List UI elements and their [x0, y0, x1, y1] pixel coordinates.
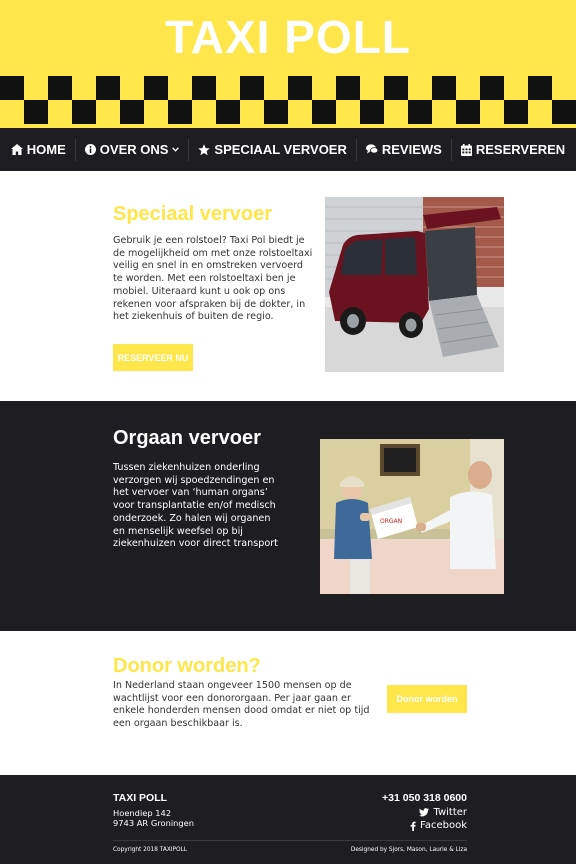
section-donor-worden: Donor worden? In Nederland staan ongevee… — [0, 631, 576, 775]
nav-over-ons-label: OVER ONS — [99, 142, 169, 157]
nav-speciaal-vervoer[interactable]: SPECIAAL VERVOER — [189, 142, 355, 157]
site-header: TAXI POLL — [0, 0, 576, 128]
calendar-icon — [460, 143, 472, 156]
donor-title: Donor worden? — [113, 655, 261, 677]
footer-phone[interactable]: +31 050 318 0600 — [382, 792, 467, 804]
home-icon — [10, 144, 23, 155]
nav-home-label: HOME — [26, 142, 66, 157]
twitter-link[interactable]: Twitter — [419, 807, 467, 818]
info-icon — [84, 144, 96, 155]
donor-text: In Nederland staan ongeveer 1500 mensen … — [113, 680, 370, 730]
nav-reserveren-label: RESERVEREN — [475, 142, 566, 157]
nav-reviews-label: REVIEWS — [381, 142, 442, 157]
main-nav: HOME OVER ONS SPECIAAL VERVOER REVIEWS R… — [0, 128, 576, 171]
nav-speciaal-label: SPECIAAL VERVOER — [214, 142, 347, 157]
footer-copyright: Copyright 2018 TAXIPOLL — [113, 847, 188, 853]
speciaal-text: Gebruik je een rolstoel? Taxi Pol biedt … — [113, 235, 313, 323]
brand-logo[interactable]: TAXI POLL — [0, 10, 576, 64]
facebook-link[interactable]: Facebook — [410, 820, 467, 831]
organ-transport-photo: ORGAN — [320, 439, 504, 594]
nav-reviews[interactable]: REVIEWS — [357, 142, 451, 157]
orgaan-title: Orgaan vervoer — [113, 427, 261, 449]
facebook-label: Facebook — [420, 820, 467, 831]
twitter-label: Twitter — [433, 807, 467, 818]
star-icon — [198, 143, 211, 155]
site-footer: TAXI POLL Hoendiep 142 9743 AR Groningen… — [0, 775, 576, 864]
footer-address-line2: 9743 AR Groningen — [113, 818, 195, 828]
footer-credits: Designed by Sjors, Mason, Laurie & Liza — [350, 847, 467, 853]
section-orgaan-vervoer: Orgaan vervoer Tussen ziekenhuizen onder… — [0, 401, 576, 631]
donor-worden-button[interactable]: Donor worden — [387, 685, 467, 713]
section-speciaal-vervoer: Speciaal vervoer Gebruik je een rolstoel… — [0, 171, 576, 401]
svg-text:ORGAN: ORGAN — [380, 518, 402, 525]
reserveer-nu-button[interactable]: RESERVEER NU — [113, 344, 193, 371]
footer-name: TAXI POLL — [113, 792, 168, 804]
comments-icon — [365, 144, 378, 154]
nav-over-ons[interactable]: OVER ONS — [76, 142, 189, 157]
chevron-down-icon — [172, 147, 180, 152]
facebook-icon — [410, 821, 416, 831]
wheelchair-taxi-photo — [325, 197, 504, 372]
speciaal-title: Speciaal vervoer — [113, 203, 272, 225]
footer-divider — [113, 840, 467, 841]
twitter-icon — [419, 808, 430, 817]
orgaan-text: Tussen ziekenhuizen onderling verzorgen … — [113, 462, 278, 550]
nav-home[interactable]: HOME — [2, 142, 75, 157]
nav-reserveren[interactable]: RESERVEREN — [452, 142, 574, 157]
checker-pattern — [0, 76, 576, 128]
